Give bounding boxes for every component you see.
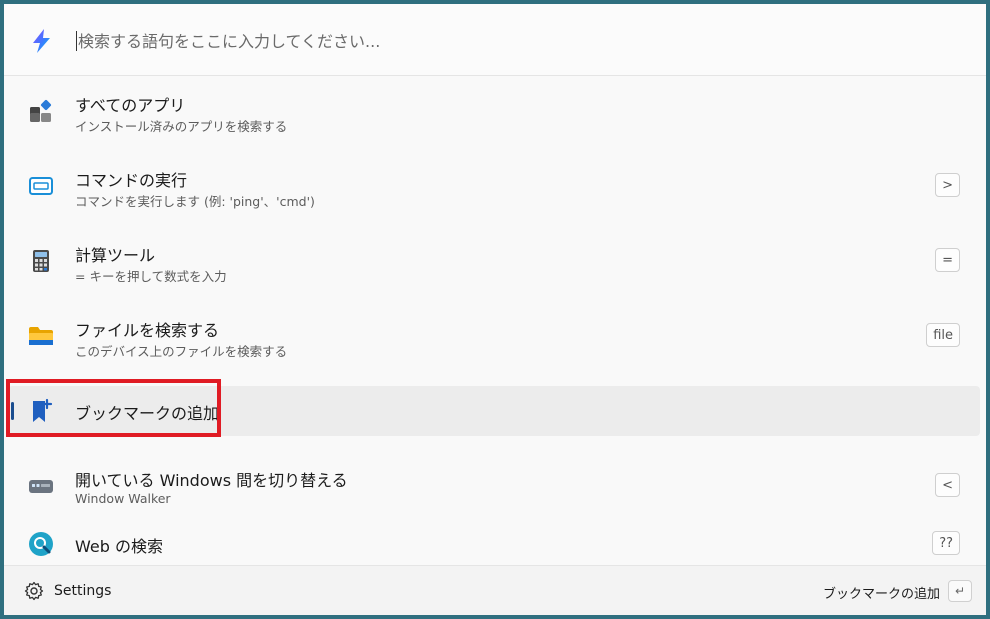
list-item-add-bookmark[interactable]: ブックマークの追加: [8, 386, 980, 436]
window-switch-icon: [29, 480, 53, 493]
footer-bar: Settings ブックマークの追加 ↵: [4, 565, 986, 615]
list-item-run-command[interactable]: コマンドの実行 コマンドを実行します (例: 'ping'、'cmd') >: [4, 161, 986, 211]
item-subtitle: = キーを押して数式を入力: [75, 269, 227, 284]
bookmark-add-icon: [33, 398, 53, 422]
terminal-window-icon: [29, 177, 53, 195]
item-title: コマンドの実行: [75, 171, 188, 190]
item-title: Web の検索: [75, 537, 163, 556]
all-apps-icon: [30, 99, 52, 122]
list-item-web-search[interactable]: Web の検索 ??: [4, 519, 986, 569]
settings-label: Settings: [54, 583, 112, 599]
settings-button[interactable]: Settings: [24, 579, 111, 603]
web-search-icon: [29, 532, 53, 556]
search-input[interactable]: [76, 24, 956, 58]
list-item-file-search[interactable]: ファイルを検索する このデバイス上のファイルを検索する file: [4, 311, 986, 361]
shortcut-badge: >: [935, 173, 960, 197]
calculator-icon: [33, 250, 49, 272]
shortcut-badge: file: [926, 323, 960, 347]
lightning-bolt-icon: [33, 29, 50, 53]
list-item-window-walker[interactable]: 開いている Windows 間を切り替える Window Walker <: [4, 461, 986, 511]
item-subtitle: このデバイス上のファイルを検索する: [75, 344, 288, 359]
search-bar: [4, 4, 986, 76]
shortcut-badge: <: [935, 473, 960, 497]
results-list: すべてのアプリ インストール済みのアプリを検索する コマンドの実行 コマンドを実…: [4, 76, 986, 565]
item-subtitle: インストール済みのアプリを検索する: [75, 119, 288, 134]
shortcut-badge: =: [935, 248, 960, 272]
shortcut-badge: ??: [932, 531, 960, 555]
enter-key-icon[interactable]: ↵: [948, 580, 972, 602]
list-item-all-apps[interactable]: すべてのアプリ インストール済みのアプリを検索する: [4, 86, 986, 136]
gear-icon: [24, 581, 44, 601]
list-item-calculator[interactable]: 計算ツール = キーを押して数式を入力 =: [4, 236, 986, 286]
item-title: 計算ツール: [75, 246, 156, 265]
item-title: 開いている Windows 間を切り替える: [75, 471, 348, 490]
item-title: すべてのアプリ: [75, 96, 186, 115]
item-title: ブックマークの追加: [75, 404, 220, 423]
primary-action-label[interactable]: ブックマークの追加: [823, 583, 940, 602]
item-subtitle: コマンドを実行します (例: 'ping'、'cmd'): [75, 194, 315, 209]
selection-indicator: [11, 402, 14, 420]
folder-icon: [29, 327, 53, 345]
command-palette-window: すべてのアプリ インストール済みのアプリを検索する コマンドの実行 コマンドを実…: [4, 4, 986, 615]
item-title: ファイルを検索する: [75, 321, 220, 340]
item-subtitle: Window Walker: [75, 491, 171, 506]
